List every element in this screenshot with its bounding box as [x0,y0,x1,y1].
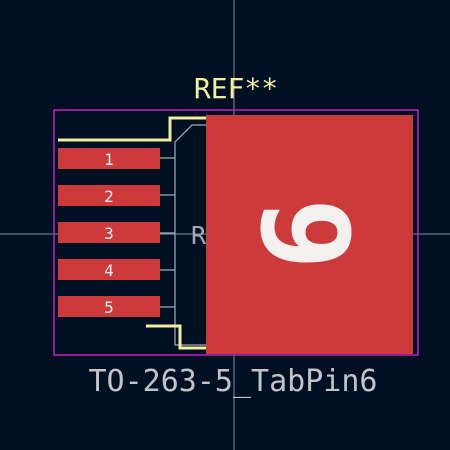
pad-1[interactable]: 1 [58,148,160,169]
pad-4[interactable]: 4 [58,259,160,280]
pad-3[interactable]: 3 [58,222,160,243]
pcb-footprint-canvas: R 1 2 3 4 5 6 REF** TO-263-5_TabPin6 [0,0,450,450]
pad-1-label: 1 [104,150,114,169]
reference-designator: REF** [194,72,278,105]
fab-reference-text: R [191,221,207,250]
pad-4-label: 4 [104,261,114,280]
pad-6-label: 6 [240,198,379,270]
pad-2[interactable]: 2 [58,185,160,206]
pad-5[interactable]: 5 [58,296,160,317]
footprint-value: TO-263-5_TabPin6 [89,364,378,399]
pad-3-label: 3 [104,224,114,243]
pad-2-label: 2 [104,187,114,206]
pad-group: 1 2 3 4 5 6 [58,115,413,354]
pad-5-label: 5 [104,298,114,317]
pad-6-tab[interactable]: 6 [206,115,413,354]
silkscreen-top-line [58,116,206,142]
